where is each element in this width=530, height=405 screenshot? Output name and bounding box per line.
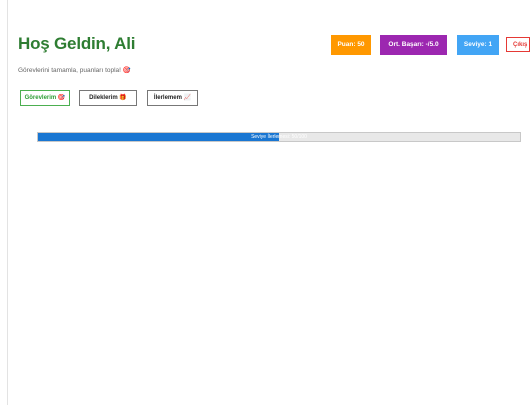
- level-progress-label: Seviye İlerlemesi: 50/100: [251, 134, 307, 140]
- logout-button[interactable]: Çıkış: [506, 37, 530, 52]
- level-progress-bar: Seviye İlerlemesi: 50/100: [37, 132, 521, 142]
- level-badge: Seviye: 1: [457, 35, 499, 55]
- average-score-badge: Ort. Başarı: -/5.0: [380, 35, 447, 55]
- tab-my-tasks[interactable]: Görevlerim 🎯: [20, 90, 70, 106]
- page-subtitle: Görevlerini tamamla, puanları topla! 🎯: [18, 67, 131, 74]
- page-title: Hoş Geldin, Ali: [18, 34, 136, 53]
- points-badge: Puan: 50: [331, 35, 371, 55]
- tab-my-wishes[interactable]: Dileklerim 🎁: [79, 90, 137, 106]
- app-frame: [7, 0, 530, 405]
- tab-my-progress[interactable]: İlerlemem 📈: [147, 90, 198, 106]
